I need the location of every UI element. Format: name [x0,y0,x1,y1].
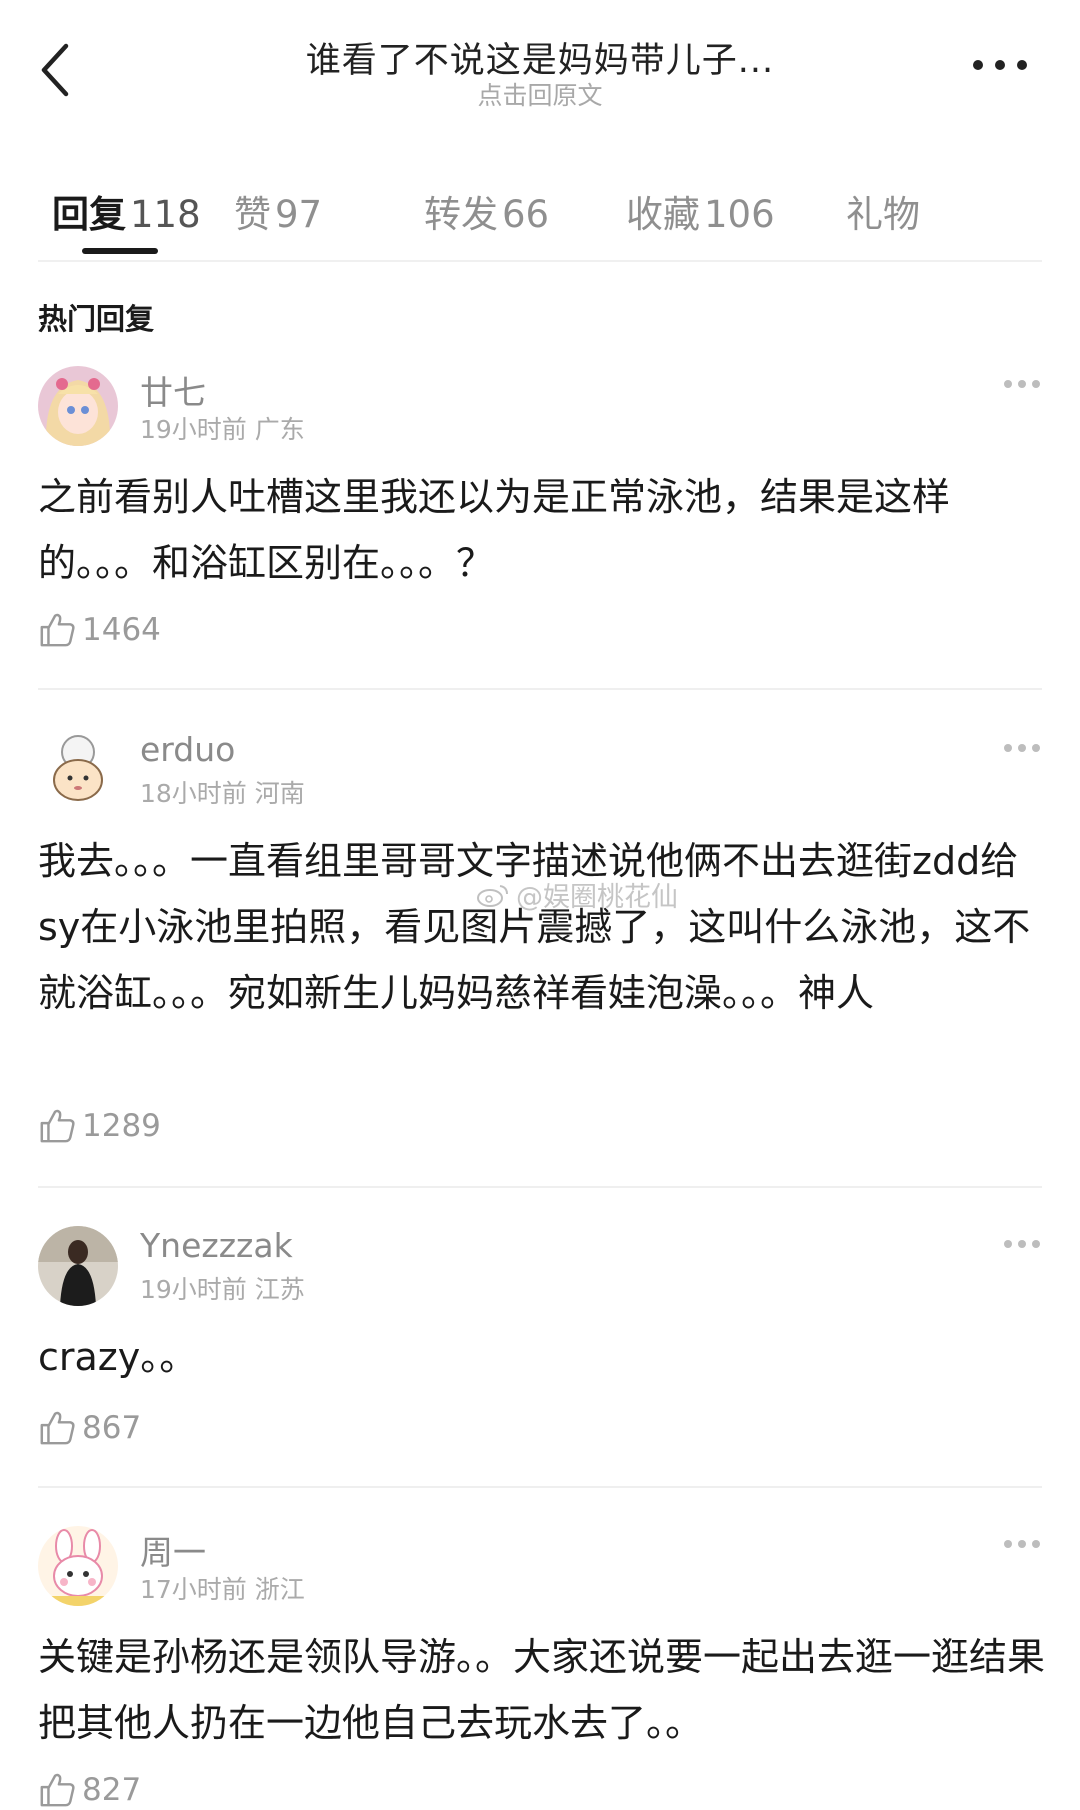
like-button[interactable]: 1289 [38,1106,161,1146]
section-title: 热门回复 [38,302,155,336]
comment-meta: 18小时前 河南 [140,774,305,810]
comment-text: 我去。。。一直看组里哥哥文字描述说他俩不出去逛街zdd给sy在小泳池里拍照，看见… [38,839,1031,1015]
more-horizontal-icon [973,60,1027,70]
like-count: 1289 [82,1108,161,1144]
comment-time: 19小时前 [140,415,247,444]
comment-meta: 17小时前 浙江 [140,1570,305,1606]
like-button[interactable]: 867 [38,1408,141,1448]
thumb-up-icon [40,1773,75,1807]
more-horizontal-icon [1004,380,1040,388]
divider [38,1486,1042,1488]
more-options-button[interactable] [968,50,1032,80]
comment-time: 19小时前 [140,1275,247,1304]
tab-count: 66 [502,193,550,236]
weibo-logo-icon [477,884,508,907]
like-count: 827 [82,1772,142,1808]
comment-location: 河南 [254,779,305,808]
tab-count: 97 [275,193,323,236]
like-button[interactable]: 1464 [38,610,161,650]
like-button[interactable]: 827 [38,1770,141,1810]
thumb-up-icon [40,1411,75,1445]
avatar-cartoon-sheep-image [38,730,118,810]
tab-count: 106 [704,193,775,236]
tab-label: 礼物 [846,193,920,236]
avatar[interactable] [38,1226,118,1306]
username[interactable]: erduo [140,730,235,769]
avatar[interactable] [38,366,118,446]
like-count: 1464 [82,612,161,648]
avatar-anime-girl-image [38,366,118,446]
divider [38,688,1042,690]
comment-location: 广东 [254,415,305,444]
avatar-photo-image [38,1226,118,1306]
like-count: 867 [82,1410,142,1446]
comment-meta: 19小时前 广东 [140,410,305,446]
tab-label: 收藏 [626,193,700,236]
comment-location: 浙江 [254,1575,305,1604]
tab-favorites[interactable]: 收藏 106 [626,184,775,238]
thumb-up-icon [40,613,75,647]
tab-reposts[interactable]: 转发 66 [424,184,549,238]
watermark-text: @娱圈桃花仙 [516,882,678,913]
more-horizontal-icon [1004,1540,1040,1548]
comment-location: 江苏 [254,1275,305,1304]
avatar-cartoon-bunny-image [38,1526,118,1606]
comment-more-button[interactable] [1002,376,1042,390]
watermark: @娱圈桃花仙 [476,875,678,914]
username[interactable]: 廿七 [140,366,206,414]
comment-more-button[interactable] [1002,1236,1042,1250]
comment-meta: 19小时前 江苏 [140,1270,305,1306]
avatar[interactable] [38,1526,118,1606]
tab-replies[interactable]: 回复 118 [52,184,201,238]
tab-count: 118 [130,193,201,236]
comment-more-button[interactable] [1002,740,1042,754]
tab-label: 回复 [52,193,126,236]
tab-label: 转发 [424,193,498,236]
more-horizontal-icon [1004,744,1040,752]
tab-likes[interactable]: 赞 97 [234,184,322,238]
thumb-up-icon [40,1109,75,1143]
comment-time: 17小时前 [140,1575,247,1604]
tab-label: 赞 [234,193,271,236]
avatar[interactable] [38,730,118,810]
divider [38,1186,1042,1188]
top-bar: 谁看了不说这是妈妈带儿子... 点击回原文 [0,0,1080,150]
more-horizontal-icon [1004,1240,1040,1248]
active-tab-indicator [82,248,158,254]
comment-time: 18小时前 [140,779,247,808]
comment-text: 关键是孙杨还是领队导游。。大家还说要一起出去逛一逛结果把其他人扔在一边他自己去玩… [38,1635,1046,1745]
comment-text: crazy。。 [38,1335,198,1379]
username[interactable]: Ynezzzak [140,1226,293,1265]
back-to-original-link[interactable]: 点击回原文 [0,76,1080,112]
tab-gifts[interactable]: 礼物 [846,184,920,238]
comment-text: 之前看别人吐槽这里我还以为是正常泳池，结果是这样的。。。和浴缸区别在。。。？ [38,475,951,585]
username[interactable]: 周一 [140,1526,206,1574]
tab-bar: 回复 118 赞 97 转发 66 收藏 106 礼物 [38,170,1042,262]
comment-more-button[interactable] [1002,1536,1042,1550]
